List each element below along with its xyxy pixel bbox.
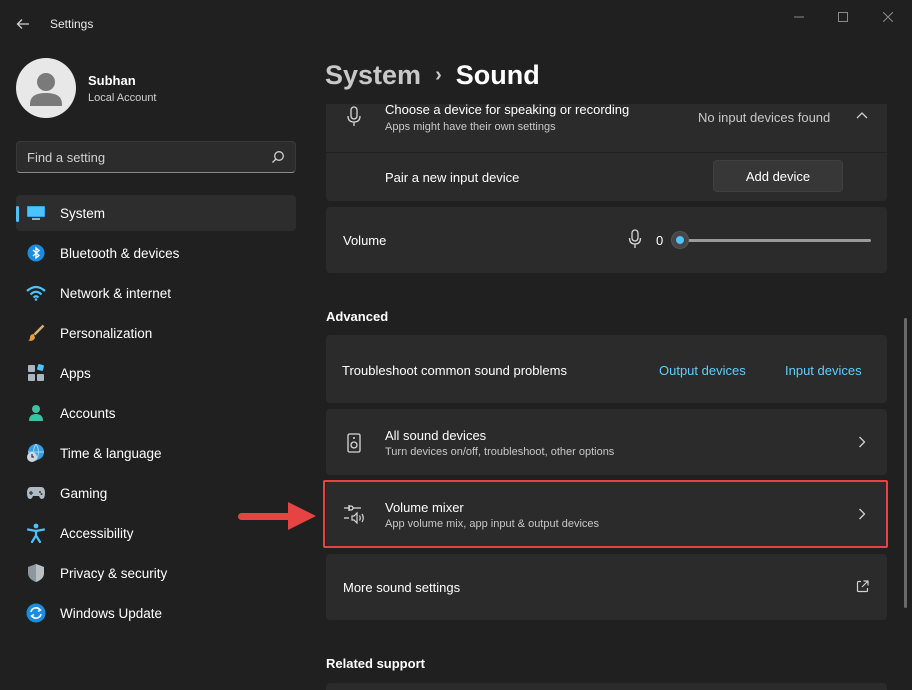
avatar[interactable] — [16, 58, 76, 118]
sidebar-item-apps[interactable]: Apps — [16, 355, 296, 391]
sidebar-item-label: Accessibility — [60, 525, 134, 541]
person-icon — [26, 403, 46, 423]
sidebar-item-label: Privacy & security — [60, 565, 168, 581]
troubleshoot-label: Troubleshoot common sound problems — [342, 363, 567, 378]
choose-device-subtitle: Apps might have their own settings — [385, 121, 556, 133]
sidebar-item-label: Network & internet — [60, 285, 172, 301]
page-title: Sound — [455, 60, 540, 90]
scrollbar[interactable] — [904, 318, 907, 608]
output-devices-link[interactable]: Output devices — [659, 363, 746, 378]
sidebar-item-network[interactable]: Network & internet — [16, 275, 296, 311]
sidebar-item-label: System — [60, 205, 106, 221]
troubleshoot-card: Troubleshoot common sound problems Outpu… — [326, 335, 887, 403]
shield-icon — [26, 563, 46, 583]
sidebar-item-label: Personalization — [60, 325, 153, 341]
microphone-icon — [347, 106, 361, 126]
related-support-heading: Related support — [326, 656, 425, 671]
more-sound-settings-label: More sound settings — [343, 580, 461, 595]
input-device-value[interactable]: No input devices found — [698, 110, 830, 125]
sidebar-nav: System Bluetooth & devices Network & int… — [16, 195, 296, 635]
breadcrumb-separator: › — [435, 64, 442, 86]
gamepad-icon — [26, 483, 46, 503]
microphone-icon — [628, 229, 642, 248]
advanced-heading: Advanced — [326, 309, 389, 324]
sidebar-item-label: Time & language — [60, 445, 162, 461]
back-button[interactable] — [8, 10, 38, 38]
close-button[interactable] — [865, 6, 911, 28]
user-silhouette-icon — [30, 73, 62, 106]
sidebar-item-label: Apps — [60, 365, 91, 381]
minimize-button[interactable] — [776, 6, 822, 28]
more-sound-settings-card[interactable]: More sound settings — [326, 554, 887, 620]
title-bar: Settings — [0, 0, 912, 48]
open-external-icon — [856, 580, 869, 593]
close-icon — [883, 12, 893, 22]
sidebar-item-bluetooth[interactable]: Bluetooth & devices — [16, 235, 296, 271]
search-box[interactable] — [16, 141, 296, 173]
chevron-up-icon[interactable] — [856, 111, 868, 119]
apps-grid-icon — [26, 363, 46, 383]
update-refresh-icon — [26, 603, 46, 623]
chevron-right-icon — [859, 436, 866, 448]
add-device-button[interactable]: Add device — [713, 160, 843, 192]
choose-device-title: Choose a device for speaking or recordin… — [385, 102, 630, 117]
all-sound-devices-subtitle: Turn devices on/off, troubleshoot, other… — [385, 446, 615, 458]
sidebar-item-label: Gaming — [60, 485, 108, 501]
search-input[interactable] — [27, 142, 257, 172]
pair-device-card: Pair a new input device Add device — [326, 153, 887, 201]
sidebar-item-personalization[interactable]: Personalization — [16, 315, 296, 351]
wifi-icon — [26, 283, 46, 303]
accessibility-icon — [26, 523, 46, 543]
maximize-icon — [838, 12, 848, 22]
search-icon[interactable] — [271, 150, 285, 164]
volume-slider-track[interactable] — [682, 239, 871, 242]
sidebar-item-label: Bluetooth & devices — [60, 245, 180, 261]
monitor-icon — [26, 203, 46, 223]
account-type: Local Account — [88, 92, 157, 104]
maximize-button[interactable] — [820, 6, 866, 28]
red-arrow-icon — [238, 502, 316, 530]
all-sound-devices-card[interactable]: All sound devices Turn devices on/off, t… — [326, 409, 887, 475]
sidebar-item-accounts[interactable]: Accounts — [16, 395, 296, 431]
bluetooth-icon — [26, 243, 46, 263]
related-support-card[interactable] — [326, 683, 887, 690]
input-devices-link[interactable]: Input devices — [785, 363, 862, 378]
input-device-card[interactable]: Choose a device for speaking or recordin… — [326, 102, 887, 152]
pair-device-label: Pair a new input device — [385, 170, 520, 185]
app-title: Settings — [50, 17, 94, 31]
volume-label: Volume — [343, 233, 387, 248]
sidebar-item-privacy[interactable]: Privacy & security — [16, 555, 296, 591]
paintbrush-icon — [26, 323, 46, 343]
back-arrow-icon — [16, 19, 29, 29]
volume-value: 0 — [656, 233, 664, 248]
volume-slider-thumb[interactable] — [671, 231, 689, 249]
sidebar-item-windows-update[interactable]: Windows Update — [16, 595, 296, 631]
breadcrumb-parent[interactable]: System — [325, 60, 421, 91]
minimize-icon — [794, 16, 804, 18]
sidebar-item-system[interactable]: System — [16, 195, 296, 231]
sidebar-item-time-language[interactable]: Time & language — [16, 435, 296, 471]
speaker-device-icon — [347, 433, 361, 453]
all-sound-devices-title: All sound devices — [385, 428, 487, 443]
sidebar-item-label: Windows Update — [60, 605, 163, 621]
sidebar-item-label: Accounts — [60, 405, 116, 421]
user-name: Subhan — [88, 73, 136, 88]
highlight-box — [323, 480, 888, 548]
breadcrumb: System › Sound — [325, 60, 540, 91]
globe-clock-icon — [26, 443, 46, 463]
